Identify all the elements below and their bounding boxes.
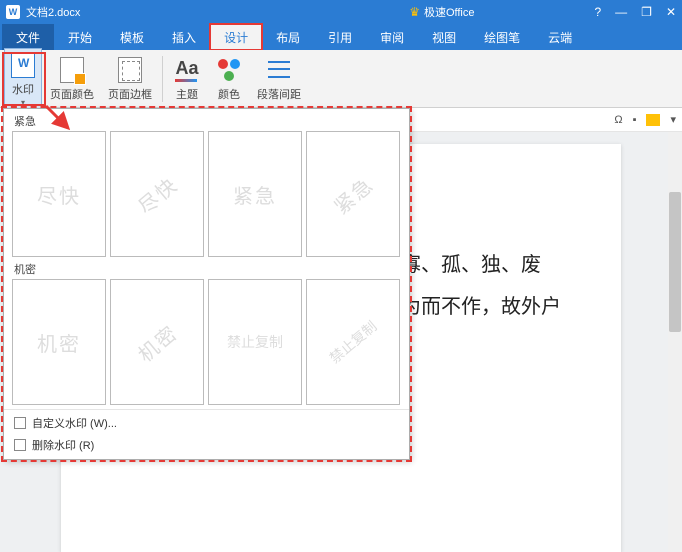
pagecolor-button[interactable]: 页面颜色 [44, 54, 100, 104]
dropdown-grid-secret: 机密 机密 禁止复制 禁止复制 [4, 279, 409, 405]
scrollbar-thumb[interactable] [669, 192, 681, 332]
spacing-label: 段落间距 [257, 86, 301, 102]
watermark-label: 水印 [12, 81, 34, 97]
remove-watermark-icon [14, 439, 26, 451]
separator [162, 56, 163, 102]
pageborder-label: 页面边框 [108, 86, 152, 102]
tab-file[interactable]: 文件 [2, 24, 54, 50]
tab-view[interactable]: 视图 [418, 24, 470, 50]
tab-reference[interactable]: 引用 [314, 24, 366, 50]
watermark-option-jimi-h[interactable]: 机密 [12, 279, 106, 405]
chevron-down-icon: ▾ [21, 98, 25, 107]
watermark-icon [11, 52, 35, 78]
watermark-option-jinji-h[interactable]: 紧急 [208, 131, 302, 257]
ribbon: 水印 ▾ 页面颜色 页面边框 Aa 主题 颜色 段落间距 [0, 50, 682, 108]
dropdown-section-secret: 机密 [4, 257, 409, 279]
dropdown-section-urgent: 紧急 [4, 109, 409, 131]
app-brand: ♛ 极速Office [409, 4, 474, 20]
spacing-button[interactable]: 段落间距 [251, 54, 307, 104]
custom-watermark-icon [14, 417, 26, 429]
pageborder-button[interactable]: 页面边框 [102, 54, 158, 104]
tab-pen[interactable]: 绘图笔 [470, 24, 534, 50]
crown-icon: ♛ [409, 5, 420, 19]
help-button[interactable]: ? [594, 5, 601, 19]
watermark-option-jinkuai-h[interactable]: 尽快 [12, 131, 106, 257]
pagecolor-icon [60, 57, 84, 83]
color-label: 颜色 [218, 86, 240, 102]
dropdown-grid-urgent: 尽快 尽快 紧急 紧急 [4, 131, 409, 257]
close-button[interactable]: ✕ [666, 5, 676, 19]
custom-watermark-label: 自定义水印 (W)... [32, 415, 117, 431]
remove-watermark-item[interactable]: 删除水印 (R) [4, 434, 409, 456]
tab-start[interactable]: 开始 [54, 24, 106, 50]
qb-sep1[interactable]: ▪ [633, 114, 637, 126]
titlebar: W 文档2.docx ♛ 极速Office ? — ❐ ✕ [0, 0, 682, 24]
tab-layout[interactable]: 布局 [262, 24, 314, 50]
qb-dropdown[interactable]: ▾ [670, 113, 676, 126]
watermark-button[interactable]: 水印 ▾ [4, 48, 42, 110]
tab-design[interactable]: 设计 [210, 24, 262, 50]
menubar: 文件 开始 模板 插入 设计 布局 引用 审阅 视图 绘图笔 云端 [0, 24, 682, 50]
watermark-option-jinkuai-d[interactable]: 尽快 [110, 131, 204, 257]
tab-cloud[interactable]: 云端 [534, 24, 586, 50]
watermark-option-jimi-d[interactable]: 机密 [110, 279, 204, 405]
pageborder-icon [118, 57, 142, 83]
highlight-button[interactable] [646, 114, 660, 126]
tab-insert[interactable]: 插入 [158, 24, 210, 50]
symbol-button[interactable]: Ω [614, 114, 622, 126]
watermark-option-jinji-d[interactable]: 紧急 [306, 131, 400, 257]
watermark-dropdown: 紧急 尽快 尽快 紧急 紧急 机密 机密 机密 禁止复制 禁止复制 自定义水印 … [3, 108, 410, 460]
custom-watermark-item[interactable]: 自定义水印 (W)... [4, 412, 409, 434]
color-icon [216, 57, 242, 83]
watermark-option-nocopy-h[interactable]: 禁止复制 [208, 279, 302, 405]
maximize-button[interactable]: ❐ [641, 5, 652, 19]
minimize-button[interactable]: — [615, 5, 627, 19]
watermark-option-nocopy-d[interactable]: 禁止复制 [306, 279, 400, 405]
tab-template[interactable]: 模板 [106, 24, 158, 50]
tab-review[interactable]: 审阅 [366, 24, 418, 50]
theme-icon: Aa [173, 56, 201, 84]
pagecolor-label: 页面颜色 [50, 86, 94, 102]
document-title: 文档2.docx [26, 4, 80, 20]
vertical-scrollbar[interactable] [668, 132, 682, 552]
brand-text: 极速Office [424, 4, 475, 20]
remove-watermark-label: 删除水印 (R) [32, 437, 94, 453]
theme-button[interactable]: Aa 主题 [167, 54, 207, 104]
doc-icon: W [6, 5, 20, 19]
spacing-icon [268, 59, 290, 81]
theme-label: 主题 [176, 86, 198, 102]
dropdown-footer: 自定义水印 (W)... 删除水印 (R) [4, 409, 409, 458]
color-button[interactable]: 颜色 [209, 54, 249, 104]
